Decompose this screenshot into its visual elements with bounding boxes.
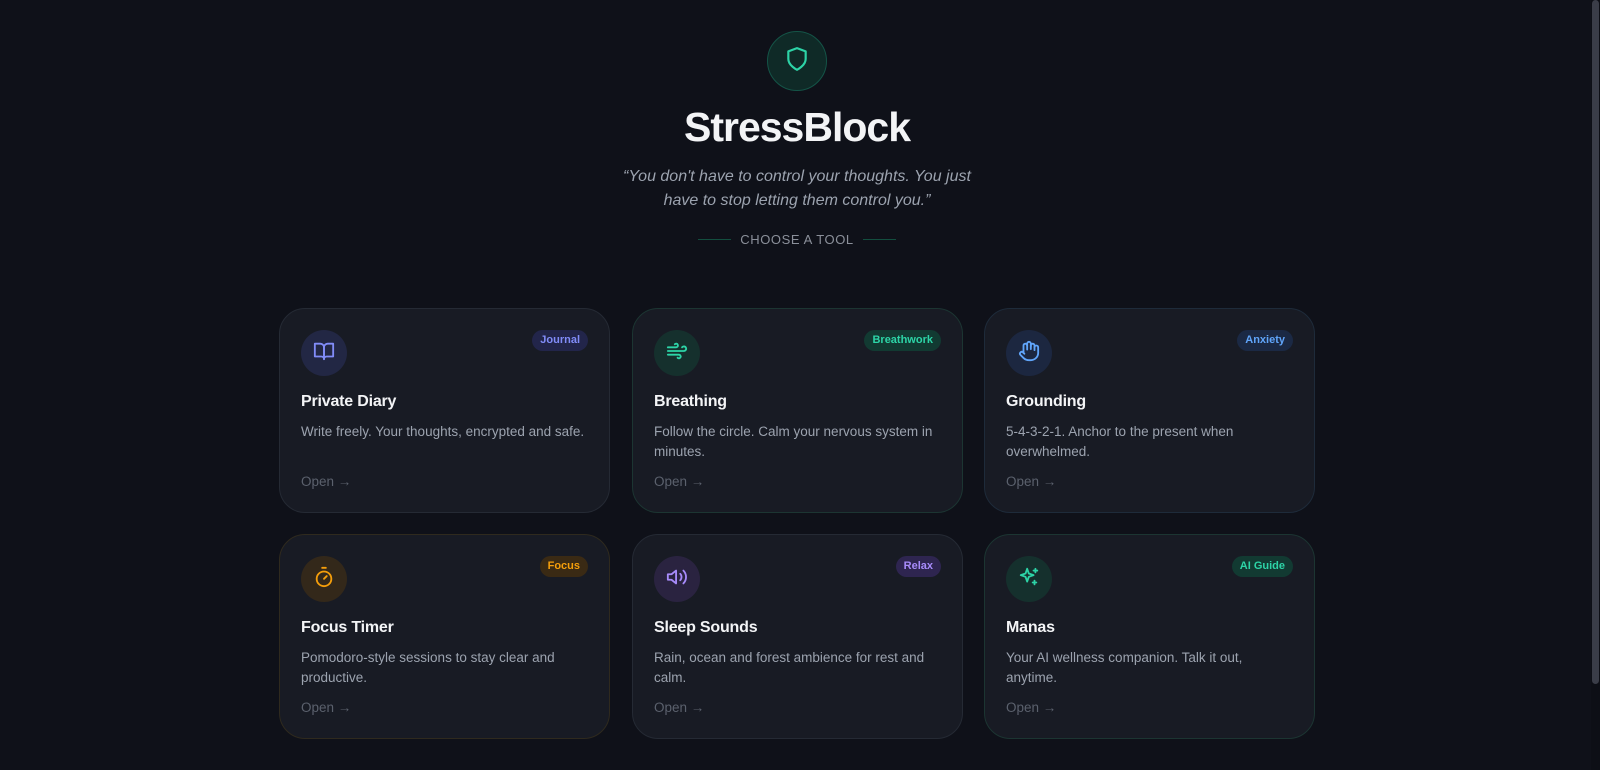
stressblock-home: StressBlock “You don't have to control y…	[0, 0, 1600, 770]
card-description: 5-4-3-2-1. Anchor to the present when ov…	[1006, 424, 1234, 459]
tool-card-grounding[interactable]: Anxiety Grounding 5-4-3-2-1. Anchor to t…	[984, 308, 1315, 513]
open-link[interactable]: Open →	[301, 700, 351, 715]
timer-icon	[313, 566, 335, 593]
card-title: Grounding	[1006, 393, 1086, 410]
tag-badge: Relax	[895, 556, 941, 577]
card-description: Follow the circle. Calm your nervous sys…	[654, 424, 933, 459]
icon-badge	[301, 330, 347, 376]
divider-right	[862, 239, 896, 240]
tool-card-private-diary[interactable]: Journal Private Diary Write freely. Your…	[279, 308, 610, 513]
tool-card-manas[interactable]: AI Guide Manas Your AI wellness companio…	[984, 534, 1315, 739]
book-open-icon	[313, 340, 335, 367]
section-label: CHOOSE A TOOL	[0, 232, 1594, 247]
section-label-text: CHOOSE A TOOL	[740, 232, 854, 247]
icon-badge	[301, 556, 347, 602]
hand-icon	[1018, 340, 1040, 367]
open-link[interactable]: Open →	[1006, 474, 1056, 489]
scrollbar-thumb[interactable]	[1592, 0, 1599, 684]
card-title: Sleep Sounds	[654, 619, 758, 636]
divider-left	[698, 239, 732, 240]
open-link[interactable]: Open →	[301, 474, 351, 489]
icon-badge	[654, 556, 700, 602]
tool-card-focus-timer[interactable]: Focus Focus Timer Pomodoro-style session…	[279, 534, 610, 739]
icon-badge	[654, 330, 700, 376]
card-description: Pomodoro-style sessions to stay clear an…	[301, 650, 555, 685]
tag-badge: AI Guide	[1231, 556, 1293, 577]
tool-card-sleep-sounds[interactable]: Relax Sleep Sounds Rain, ocean and fores…	[632, 534, 963, 739]
tag-badge: Anxiety	[1237, 330, 1293, 351]
quote: “You don't have to control your thoughts…	[623, 168, 971, 209]
shield-icon	[784, 46, 810, 77]
open-link[interactable]: Open →	[1006, 700, 1056, 715]
open-link[interactable]: Open →	[654, 474, 704, 489]
logo-badge	[767, 31, 827, 91]
tag-badge: Journal	[532, 330, 588, 351]
tag-badge: Breathwork	[864, 330, 941, 351]
card-title: Private Diary	[301, 393, 397, 410]
icon-badge	[1006, 330, 1052, 376]
open-link[interactable]: Open →	[654, 700, 704, 715]
app-title: StressBlock	[683, 104, 911, 150]
scrollbar[interactable]	[1591, 0, 1600, 770]
card-description: Rain, ocean and forest ambience for rest…	[654, 650, 925, 685]
tag-badge: Focus	[539, 556, 588, 577]
tool-card-breathing[interactable]: Breathwork Breathing Follow the circle. …	[632, 308, 963, 513]
card-description: Your AI wellness companion. Talk it out,…	[1006, 650, 1243, 685]
sparkles-icon	[1018, 566, 1040, 593]
card-title: Breathing	[654, 393, 727, 410]
wind-icon	[666, 340, 688, 367]
card-title: Manas	[1006, 619, 1055, 636]
speaker-icon	[666, 566, 688, 593]
card-title: Focus Timer	[301, 619, 394, 636]
icon-badge	[1006, 556, 1052, 602]
card-description: Write freely. Your thoughts, encrypted a…	[301, 424, 585, 439]
